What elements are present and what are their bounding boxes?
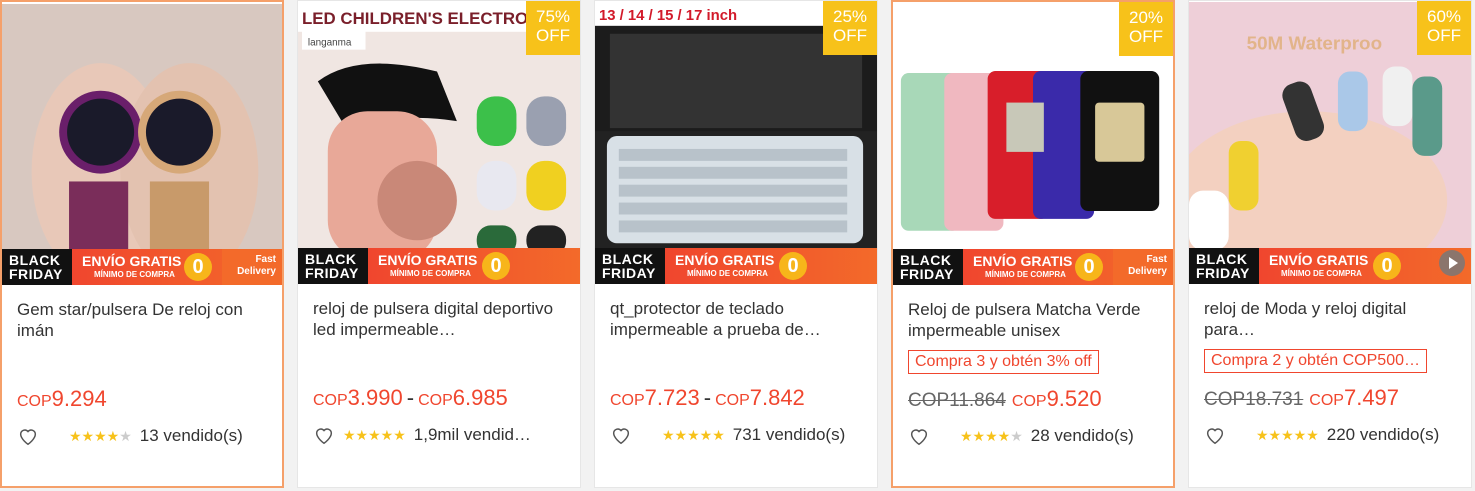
sold-count: 220 vendido(s) [1326,425,1440,444]
sold-count: 731 vendido(s) [732,425,846,444]
watch-photo [2,3,282,284]
black-friday-banner: BLACK FRIDAY ENVÍO GRATIS MÍNIMO DE COMPRA… [1189,248,1471,284]
product-image[interactable]: LED CHILDREN'S ELECTRONIC W langanma 75%… [298,1,580,284]
video-play-icon[interactable] [1439,250,1465,276]
svg-text:langanma: langanma [308,38,352,49]
promo-tag[interactable]: Compra 2 y obtén COP500… [1204,349,1427,373]
discount-badge: 20% OFF [1119,2,1173,56]
black-friday-banner: BLACK FRIDAY ENVÍO GRATIS MÍNIMO DE COMPRA… [2,249,282,285]
rating-stars: ★★★★★ [69,427,132,444]
product-grid: BLACK FRIDAY ENVÍO GRATIS MÍNIMO DE COMPRA… [0,0,1475,491]
sold-count: 1,9mil vendid… [413,425,531,444]
product-card[interactable]: 13 / 14 / 15 / 17 inch 25% OFF BLACK FRIDA… [594,0,878,488]
product-price: COP9.294 [17,386,107,411]
wishlist-heart-icon[interactable] [610,424,632,446]
product-card[interactable]: LED CHILDREN'S ELECTRONIC W langanma 75%… [297,0,581,488]
black-friday-banner: BLACK FRIDAY ENVÍO GRATIS MÍNIMO DE COMPRA… [595,248,877,284]
image-caption: 50M Waterproo [1247,33,1383,54]
product-price: COP7.723- COP7.842 [610,385,805,410]
product-card[interactable]: 50M Waterproo 60% OFF BLACK FRIDAY ENVÍO G… [1188,0,1472,488]
rating-stars: ★★★★★ [1256,426,1319,443]
wishlist-heart-icon[interactable] [1204,424,1226,446]
product-title[interactable]: reloj de Moda y reloj digital para… [1204,298,1459,340]
discount-badge: 25% OFF [823,1,877,55]
product-title[interactable]: qt_protector de teclado impermeable a pr… [610,298,865,340]
wishlist-heart-icon[interactable] [313,424,335,446]
rating-stars: ★★★★★ [960,427,1023,444]
black-friday-banner: BLACK FRIDAY ENVÍO GRATIS MÍNIMO DE COMPRA… [893,249,1173,285]
rating-stars: ★★★★★ [343,426,406,443]
sold-count: 28 vendido(s) [1030,426,1134,445]
wishlist-heart-icon[interactable] [17,425,39,447]
wishlist-heart-icon[interactable] [908,425,930,447]
product-card[interactable]: BLACK FRIDAY ENVÍO GRATIS MÍNIMO DE COMPRA… [0,0,284,488]
discount-badge: 75% OFF [526,1,580,55]
black-friday-banner: BLACK FRIDAY ENVÍO GRATIS MÍNIMO DE COMPRA… [298,248,580,284]
product-price: COP3.990- COP6.985 [313,385,508,410]
product-image[interactable]: BLACK FRIDAY ENVÍO GRATIS MÍNIMO DE COMPRA… [2,2,282,285]
rating-stars: ★★★★★ [662,426,725,443]
discount-badge: 60% OFF [1417,1,1471,55]
product-image[interactable]: 20% OFF BLACK FRIDAY ENVÍO GRATIS MÍNIMO DE… [893,2,1173,285]
sold-count: 13 vendido(s) [139,426,243,445]
product-image[interactable]: 13 / 14 / 15 / 17 inch 25% OFF BLACK FRIDA… [595,1,877,284]
product-price: COP11.864 COP9.520 [908,386,1102,411]
promo-tag[interactable]: Compra 3 y obtén 3% off [908,350,1099,374]
product-card[interactable]: 20% OFF BLACK FRIDAY ENVÍO GRATIS MÍNIMO DE… [891,0,1175,488]
product-price: COP18.731 COP7.497 [1204,385,1400,410]
product-title[interactable]: Reloj de pulsera Matcha Verde impermeabl… [908,299,1163,341]
product-title[interactable]: Gem star/pulsera De reloj con imán [17,299,272,341]
product-title[interactable]: reloj de pulsera digital deportivo led i… [313,298,568,340]
image-caption: 13 / 14 / 15 / 17 inch [599,8,737,24]
product-image[interactable]: 50M Waterproo 60% OFF BLACK FRIDAY ENVÍO G… [1189,1,1471,284]
